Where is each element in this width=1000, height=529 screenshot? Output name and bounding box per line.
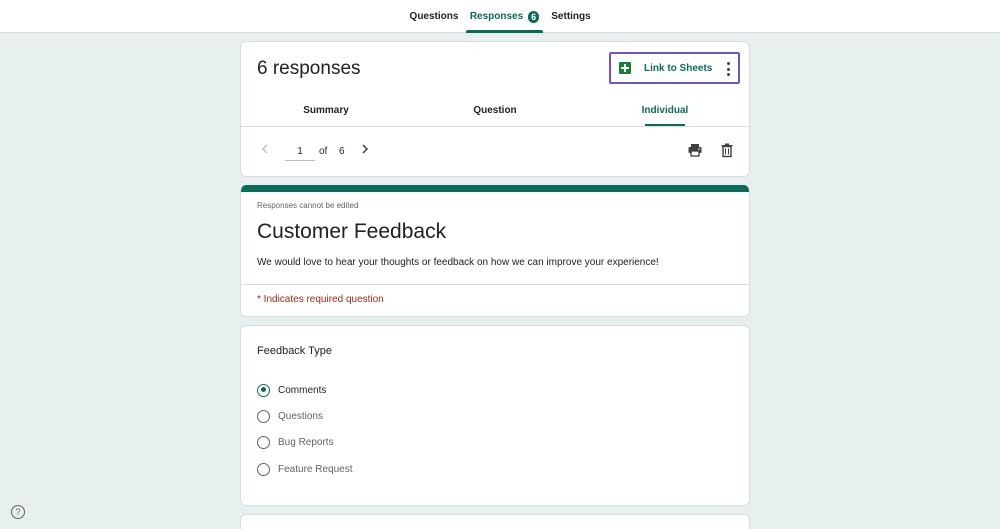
link-to-sheets-label: Link to Sheets [644,62,713,74]
radio-unchecked[interactable] [257,462,270,476]
required-question-note: * Indicates required question [257,294,384,305]
radio-option-comments[interactable]: Comments [257,382,326,398]
responses-header-card: 6 responses Link to Sheets Summary Quest… [240,41,750,177]
tab-summary[interactable]: Summary [257,94,395,126]
radio-option-bug-reports[interactable]: Bug Reports [257,434,334,450]
question-title: Feedback Type [257,345,333,357]
help-icon[interactable]: ? [11,505,25,519]
next-question-card [240,514,750,529]
sheets-icon [619,62,631,74]
option-label: Comments [278,384,327,396]
responses-count-title: 6 responses [257,58,361,79]
option-label: Feature Request [278,463,353,475]
pager-total: 6 [339,146,345,157]
radio-unchecked[interactable] [257,409,270,423]
option-label: Questions [278,410,324,422]
chevron-right-icon[interactable] [359,142,371,156]
tab-settings[interactable]: Settings [545,0,597,33]
radio-option-feature-request[interactable]: Feature Request [257,461,353,477]
question-card: Feedback Type Comments Questions Bug Rep… [240,325,750,506]
active-tab-indicator [466,30,543,33]
tab-questions-label: Questions [409,11,459,22]
radio-option-questions[interactable]: Questions [257,408,323,424]
form-header-card: Responses cannot be edited Customer Feed… [240,185,750,317]
responses-count-badge: 6 [528,10,540,23]
chevron-left-icon[interactable] [259,142,271,156]
tab-question[interactable]: Question [426,94,564,126]
response-page-input[interactable] [285,143,315,161]
tab-responses[interactable]: Responses 6 [466,0,543,33]
responses-edit-note: Responses cannot be edited [257,201,359,210]
tab-questions[interactable]: Questions [404,0,464,33]
more-vert-icon[interactable] [726,62,730,76]
tab-settings-label: Settings [551,11,591,22]
form-title: Customer Feedback [257,220,447,243]
tab-individual-label: Individual [641,104,689,116]
link-to-sheets-button[interactable]: Link to Sheets [609,52,740,84]
option-label: Bug Reports [278,436,334,448]
trash-icon[interactable] [719,142,735,158]
tab-responses-label: Responses [469,11,524,22]
form-accent-bar [241,185,749,192]
radio-checked[interactable] [257,383,270,397]
form-header-divider [241,284,749,285]
form-description: We would love to hear your thoughts or f… [257,257,659,268]
tab-individual[interactable]: Individual [596,94,734,126]
pager-of-label: of [319,146,328,157]
tab-question-label: Question [473,104,517,116]
radio-unchecked[interactable] [257,435,270,449]
print-icon[interactable] [687,142,703,158]
tab-summary-label: Summary [303,104,349,116]
top-nav-bar: Questions Responses 6 Settings [0,0,1000,33]
tabs-divider [241,126,749,127]
